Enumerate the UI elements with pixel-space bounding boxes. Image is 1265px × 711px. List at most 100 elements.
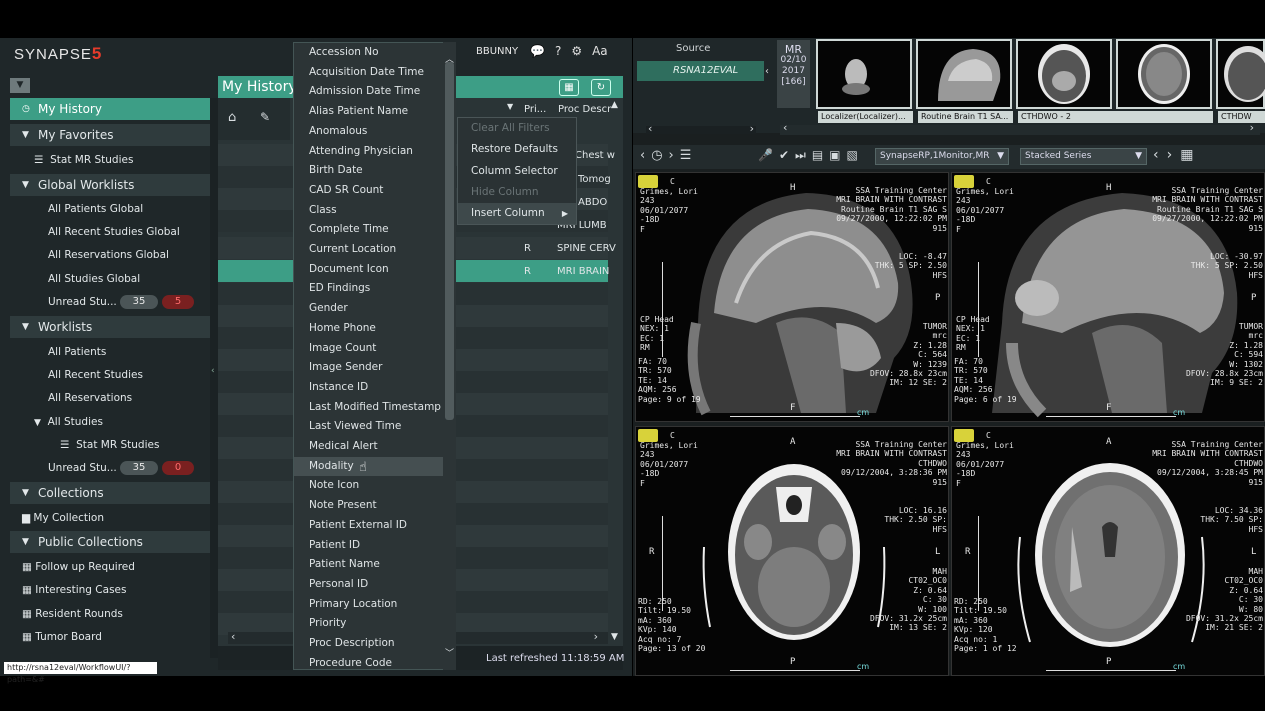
column-option[interactable]: Personal ID bbox=[294, 575, 444, 595]
edit-icon[interactable]: ✎ bbox=[260, 110, 270, 124]
chat-icon[interactable]: 💬 bbox=[530, 44, 545, 58]
sidebar-item-public[interactable]: ▦ Tumor Board bbox=[22, 631, 102, 643]
series-thumbnail[interactable] bbox=[1016, 39, 1112, 109]
series-thumbnail[interactable] bbox=[1116, 39, 1212, 109]
column-option[interactable]: Medical Alert bbox=[294, 437, 444, 457]
source-scrollbar[interactable]: ‹ › bbox=[646, 122, 756, 135]
scroll-down-icon[interactable]: ▼ bbox=[611, 632, 618, 642]
home-icon[interactable]: ⌂ bbox=[228, 110, 236, 125]
column-option[interactable]: Note Icon bbox=[294, 476, 444, 496]
previous-series-icon[interactable]: ‹ bbox=[1153, 147, 1159, 163]
column-option[interactable]: ED Findings bbox=[294, 279, 444, 299]
thumbnail-scrollbar[interactable]: ‹ › bbox=[780, 121, 1260, 135]
sidebar-item-public[interactable]: ▦ Resident Rounds bbox=[22, 608, 123, 620]
column-option[interactable]: Alias Patient Name bbox=[294, 102, 444, 122]
sidebar-item-my-history[interactable]: ◷ My History bbox=[10, 98, 210, 120]
column-option[interactable]: Complete Time bbox=[294, 220, 444, 240]
sidebar-item[interactable]: All Reservations bbox=[48, 392, 132, 404]
column-option[interactable]: Patient ID bbox=[294, 536, 444, 556]
column-option[interactable]: Admission Date Time bbox=[294, 82, 444, 102]
scroll-left-icon[interactable]: ‹ bbox=[231, 630, 235, 643]
insert-column-item[interactable]: Insert Column ▶ bbox=[458, 203, 576, 224]
scroll-right-icon[interactable]: › bbox=[594, 630, 598, 643]
column-option[interactable]: Proc Description bbox=[294, 634, 444, 654]
column-header-proc[interactable]: Proc Descr bbox=[558, 104, 611, 115]
column-option[interactable]: Procedure Code bbox=[294, 654, 444, 674]
sidebar-item-public[interactable]: ▦ Follow up Required bbox=[22, 561, 135, 573]
sidebar-splitter[interactable]: ‹ bbox=[210, 98, 218, 658]
image-stack-icon[interactable]: ▣ bbox=[829, 148, 840, 163]
sidebar-item[interactable]: Unread Stu... bbox=[48, 462, 117, 474]
sidebar-group-favorites[interactable]: ▼ My Favorites bbox=[10, 124, 210, 146]
sidebar-item-stat-mr-sub[interactable]: ☰ Stat MR Studies bbox=[60, 439, 159, 451]
column-option[interactable]: Modality bbox=[294, 456, 444, 477]
previous-icon[interactable]: ‹ bbox=[640, 148, 645, 163]
column-option[interactable]: Last Viewed Time bbox=[294, 417, 444, 437]
history-icon[interactable]: ◷ bbox=[651, 148, 662, 163]
help-icon[interactable]: ? bbox=[555, 44, 561, 58]
column-option[interactable]: Anomalous bbox=[294, 122, 444, 142]
sidebar-item[interactable]: All Reservations Global bbox=[48, 249, 169, 261]
column-option[interactable]: Attending Physician bbox=[294, 142, 444, 162]
sidebar-group-public-collections[interactable]: ▼ Public Collections bbox=[10, 531, 210, 553]
column-option[interactable]: Current Location bbox=[294, 240, 444, 260]
column-option[interactable]: CAD SR Count bbox=[294, 181, 444, 201]
sidebar-item-stat-mr[interactable]: ☰ Stat MR Studies bbox=[34, 154, 133, 166]
skip-next-icon[interactable]: ⏭ bbox=[795, 148, 806, 163]
column-option[interactable]: Document Icon bbox=[294, 260, 444, 280]
column-option[interactable]: Birth Date bbox=[294, 161, 444, 181]
sidebar-item-public[interactable]: ▦ Interesting Cases bbox=[22, 584, 126, 596]
report-icon[interactable]: ▤ bbox=[812, 148, 823, 163]
column-option[interactable]: Class bbox=[294, 201, 444, 221]
sidebar-item[interactable]: All Recent Studies Global bbox=[48, 226, 180, 238]
grid-layout-icon[interactable]: ▦ bbox=[1180, 147, 1193, 163]
menu-scroll-thumb[interactable] bbox=[445, 62, 454, 420]
refresh-button[interactable]: ↻ bbox=[591, 79, 611, 96]
sidebar-item[interactable]: All Patients Global bbox=[48, 203, 143, 215]
column-option[interactable]: Patient Name bbox=[294, 555, 444, 575]
grid-settings-button[interactable]: ▦ bbox=[559, 79, 579, 96]
gear-icon[interactable]: ⚙ bbox=[571, 44, 582, 58]
scroll-down-icon[interactable]: ﹀ bbox=[445, 646, 454, 659]
next-icon[interactable]: › bbox=[669, 148, 674, 163]
column-option[interactable]: Last Modified Timestamp bbox=[294, 398, 444, 418]
source-value[interactable]: RSNA12EVAL bbox=[637, 61, 764, 81]
collapse-toggle[interactable]: ▼ bbox=[10, 78, 30, 93]
column-option[interactable]: Patient External ID bbox=[294, 516, 444, 536]
scroll-up-icon[interactable]: ▲ bbox=[611, 100, 618, 110]
checkmark-icon[interactable]: ✔ bbox=[779, 148, 789, 163]
font-size-icon[interactable]: Aa bbox=[592, 44, 608, 58]
sidebar-item[interactable]: All Recent Studies bbox=[48, 369, 143, 381]
sidebar-item-all-studies[interactable]: ▼ All Studies bbox=[34, 416, 103, 428]
column-option[interactable]: Acquisition Date Time bbox=[294, 63, 444, 83]
sidebar-item[interactable]: Unread Stu... bbox=[48, 296, 117, 308]
column-option[interactable]: Primary Location bbox=[294, 595, 444, 615]
sidebar-group-collections[interactable]: ▼ Collections bbox=[10, 482, 210, 504]
column-option[interactable]: Priority bbox=[294, 614, 444, 634]
column-option[interactable]: Accession No bbox=[294, 43, 444, 63]
microphone-icon[interactable]: 🎤 bbox=[758, 148, 773, 163]
column-header-priority[interactable]: Pri... bbox=[524, 104, 546, 115]
column-option[interactable]: Note Present bbox=[294, 496, 444, 516]
layout-dropdown[interactable]: SynapseRP,1Monitor,MR ▼ bbox=[875, 148, 1009, 165]
column-option[interactable]: Image Count bbox=[294, 339, 444, 359]
column-option[interactable]: Gender bbox=[294, 299, 444, 319]
scroll-up-icon[interactable]: ︿ bbox=[445, 52, 454, 65]
restore-defaults-item[interactable]: Restore Defaults bbox=[458, 139, 576, 160]
study-prev-icon[interactable]: ‹ bbox=[765, 66, 769, 77]
user-name[interactable]: BBUNNY bbox=[476, 46, 518, 57]
study-info-box[interactable]: MR 02/10 2017 [166] bbox=[777, 40, 810, 108]
list-icon[interactable]: ☰ bbox=[680, 148, 692, 163]
column-option[interactable]: Home Phone bbox=[294, 319, 444, 339]
column-option[interactable]: Image Sender bbox=[294, 358, 444, 378]
sidebar-item[interactable]: All Patients bbox=[48, 346, 106, 358]
series-thumbnail[interactable] bbox=[1216, 39, 1265, 109]
column-selector-item[interactable]: Column Selector bbox=[458, 161, 576, 182]
sidebar-item[interactable]: All Studies Global bbox=[48, 273, 140, 285]
next-series-icon[interactable]: › bbox=[1167, 147, 1173, 163]
series-mode-dropdown[interactable]: Stacked Series ▼ bbox=[1020, 148, 1147, 165]
series-thumbnail[interactable] bbox=[816, 39, 912, 109]
sidebar-group-global-worklists[interactable]: ▼ Global Worklists bbox=[10, 174, 210, 196]
document-icon[interactable]: ▧ bbox=[847, 148, 858, 163]
column-option[interactable]: Instance ID bbox=[294, 378, 444, 398]
